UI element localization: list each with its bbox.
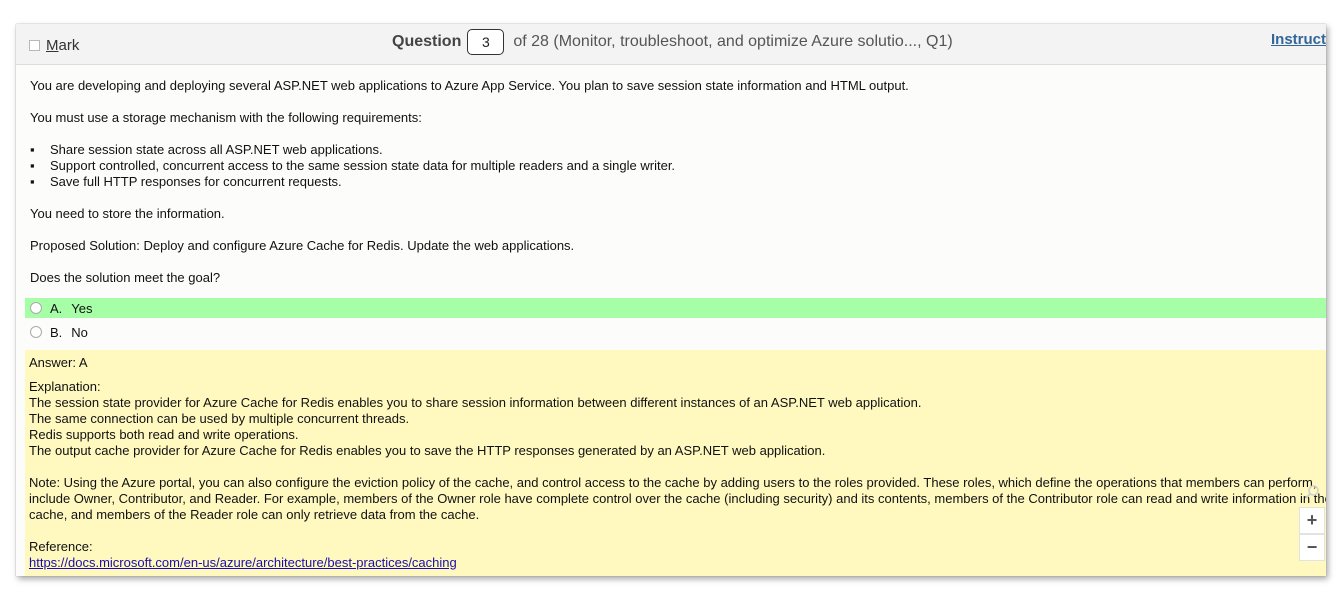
explanation-line: The output cache provider for Azure Cach…: [29, 443, 826, 458]
magnifier-icon: [1299, 481, 1325, 507]
zoom-controls: + −: [1299, 481, 1325, 561]
option-b[interactable]: B. No: [25, 322, 1326, 342]
zoom-out-button[interactable]: −: [1299, 534, 1325, 561]
list-item: ▪ Support controlled, concurrent access …: [30, 158, 675, 173]
option-letter: A.: [50, 300, 63, 316]
question-number-input[interactable]: 3: [467, 28, 505, 55]
question-navigator: Question 3 of 28 (Monitor, troubleshoot,…: [392, 28, 953, 55]
mark-label: ark: [58, 36, 80, 54]
explanation-line: The same connection can be used by multi…: [29, 411, 410, 426]
reference-link-line: https://docs.microsoft.com/en-us/azure/a…: [29, 555, 457, 570]
radio-button-b[interactable]: [30, 326, 42, 338]
requirements-intro: You must use a storage mechanism with th…: [30, 110, 422, 125]
requirement-text: Save full HTTP responses for concurrent …: [50, 174, 342, 189]
mark-label-accesskey: M: [46, 36, 59, 54]
question-prompt: Does the solution meet the goal?: [30, 270, 221, 285]
requirement-text: Support controlled, concurrent access to…: [50, 158, 676, 173]
mark-checkbox[interactable]: Mark: [29, 35, 79, 55]
explanation-line: Redis supports both read and write opera…: [29, 427, 299, 442]
magnifier-icon-graphic: [1305, 485, 1319, 499]
explanation-line: The session state provider for Azure Cac…: [29, 395, 922, 410]
note-line: include Owner, Contributor, and Reader. …: [29, 491, 1326, 506]
question-need: You need to store the information.: [30, 206, 225, 221]
answer-panel: Answer: A Explanation: The session state…: [25, 350, 1326, 576]
answer-line: Answer: A: [29, 355, 88, 370]
question-content: You are developing and deploying several…: [16, 65, 1326, 576]
option-text: No: [71, 324, 88, 340]
option-a[interactable]: A. Yes: [25, 298, 1326, 318]
question-header: Mark Question 3 of 28 (Monitor, troubles…: [16, 24, 1326, 65]
bullet-icon: ▪: [30, 174, 35, 189]
bullet-icon: ▪: [30, 142, 35, 157]
requirement-text: Share session state across all ASP.NET w…: [50, 142, 383, 157]
question-intro: You are developing and deploying several…: [30, 78, 909, 93]
zoom-in-button[interactable]: +: [1299, 507, 1325, 534]
question-count-and-section: of 28 (Monitor, troubleshoot, and optimi…: [513, 32, 953, 50]
reference-link[interactable]: https://docs.microsoft.com/en-us/azure/a…: [29, 555, 457, 570]
instructions-link[interactable]: Instructions: [1271, 31, 1326, 48]
note-line: cache, and members of the Reader role ca…: [29, 507, 480, 522]
mark-checkbox-box[interactable]: [29, 39, 40, 51]
bullet-icon: ▪: [30, 158, 35, 173]
list-item: ▪ Share session state across all ASP.NET…: [30, 142, 383, 157]
note-line: Note: Using the Azure portal, you can al…: [29, 475, 1317, 490]
option-letter: B.: [50, 324, 63, 340]
list-item: ▪ Save full HTTP responses for concurren…: [30, 174, 342, 189]
explanation-label: Explanation:: [29, 379, 101, 394]
option-text: Yes: [71, 300, 93, 316]
reference-label: Reference:: [29, 539, 93, 554]
question-label: Question: [392, 32, 462, 50]
radio-button-a[interactable]: [30, 302, 42, 314]
proposed-solution: Proposed Solution: Deploy and configure …: [30, 238, 575, 253]
exam-window: Mark Question 3 of 28 (Monitor, troubles…: [16, 24, 1326, 576]
